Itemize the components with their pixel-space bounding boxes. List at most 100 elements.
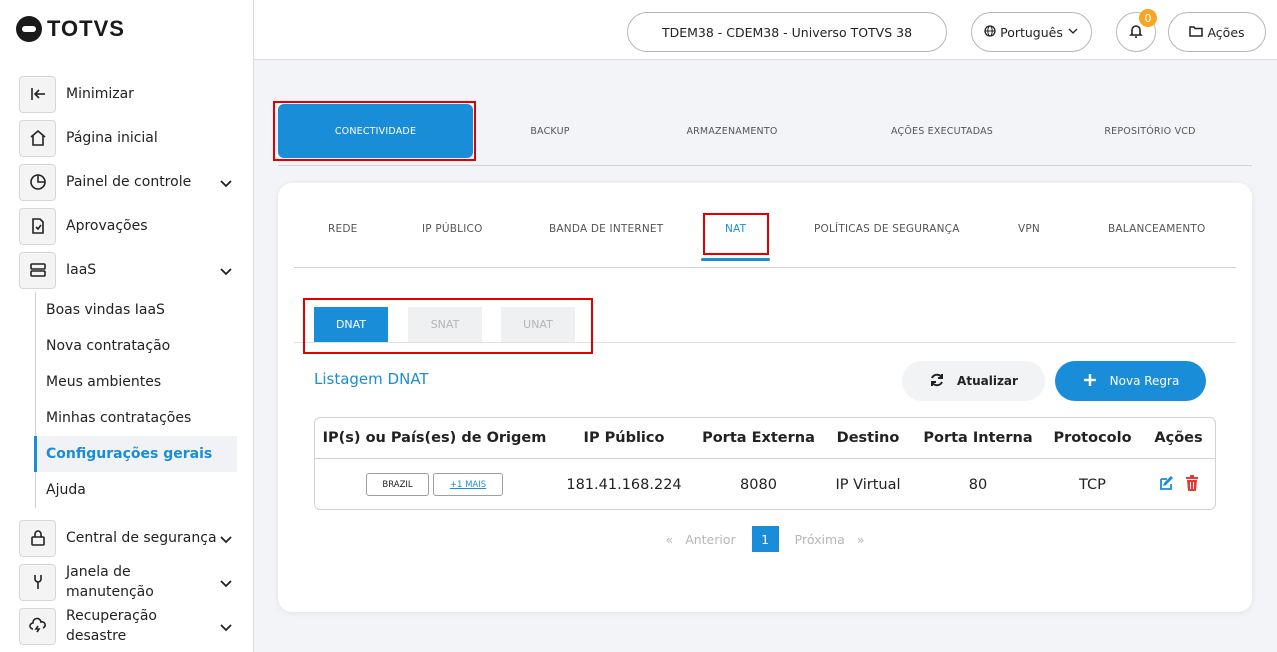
- sidebar-item-disaster-recovery[interactable]: Recuperação desastre: [19, 607, 239, 645]
- refresh-label: Atualizar: [957, 374, 1018, 388]
- sidebar-item-label: Página inicial: [66, 130, 158, 146]
- new-rule-button[interactable]: Nova Regra: [1055, 361, 1206, 401]
- sidebar-item-label: Janela de manutenção: [66, 564, 154, 600]
- globe-icon: [984, 24, 996, 40]
- prev-page-link[interactable]: Anterior: [685, 532, 735, 547]
- refresh-button[interactable]: Atualizar: [902, 361, 1045, 401]
- table-row: BRAZIL +1 MAIS 181.41.168.224 8080 IP Vi…: [315, 459, 1215, 509]
- minimize-label: Minimizar: [66, 86, 134, 102]
- tab-network[interactable]: REDE: [328, 213, 357, 245]
- collapse-left-icon: [19, 75, 56, 113]
- pie-chart-icon: [19, 163, 56, 201]
- tab-public-ip[interactable]: IP PÚBLICO: [422, 213, 483, 245]
- main-tabs: CONECTIVIDADE BACKUP ARMAZENAMENTO AÇÕES…: [278, 102, 1252, 166]
- page-number-current[interactable]: 1: [751, 526, 779, 552]
- actions-cell: [1142, 459, 1215, 509]
- lock-icon: [19, 519, 56, 557]
- minimize-button[interactable]: Minimizar: [19, 75, 239, 113]
- sidebar-item-approvals[interactable]: Aprovações: [19, 207, 239, 245]
- last-page-glyph[interactable]: »: [857, 532, 865, 547]
- active-tab-indicator: [701, 258, 770, 261]
- tab-dnat[interactable]: DNAT: [314, 307, 388, 342]
- tab-security-policies[interactable]: POLÍTICAS DE SEGURANÇA: [814, 213, 960, 245]
- column-header: IP Público: [583, 430, 665, 446]
- sidebar-item-home[interactable]: Página inicial: [19, 119, 239, 157]
- server-icon: [19, 251, 56, 289]
- plus-icon: [1082, 372, 1098, 391]
- destination-cell: IP Virtual: [835, 476, 901, 493]
- tab-executed-actions[interactable]: AÇÕES EXECUTADAS: [872, 104, 1012, 158]
- sidebar-item-label: Recuperação desastre: [66, 608, 157, 644]
- brand-name: TOTVS: [47, 16, 125, 41]
- nat-type-tabs: DNAT SNAT UNAT: [294, 299, 1236, 343]
- column-header: Protocolo: [1053, 430, 1132, 446]
- column-header: Destino: [836, 430, 900, 446]
- sidebar: TOTVS Minimizar Página inicial Painel de…: [0, 0, 254, 652]
- tab-internet-bandwidth[interactable]: BANDA DE INTERNET: [549, 213, 663, 245]
- origin-cell: BRAZIL +1 MAIS: [315, 459, 554, 509]
- language-label: Português: [1000, 24, 1063, 40]
- internal-port-cell: 80: [968, 476, 988, 493]
- sidebar-item-iaas[interactable]: IaaS: [19, 251, 239, 289]
- sidebar-subitem-welcome[interactable]: Boas vindas IaaS: [36, 292, 237, 328]
- column-header: Porta Interna: [923, 430, 1033, 446]
- top-header: TDEM38 - CDEM38 - Universo TOTVS 38 Port…: [254, 0, 1277, 60]
- tab-nat[interactable]: NAT: [725, 213, 746, 245]
- sidebar-subitem-my-contracts[interactable]: Minhas contratações: [36, 400, 237, 436]
- connectivity-card: REDE IP PÚBLICO BANDA DE INTERNET NAT PO…: [278, 183, 1252, 612]
- sidebar-item-label: Painel de controle: [66, 174, 192, 190]
- sidebar-item-maintenance-window[interactable]: Janela de manutenção: [19, 563, 239, 601]
- origin-more-link[interactable]: +1 MAIS: [433, 473, 503, 496]
- edit-icon[interactable]: [1159, 475, 1175, 495]
- new-rule-label: Nova Regra: [1109, 374, 1180, 388]
- chevron-down-icon[interactable]: [219, 263, 233, 277]
- first-page-glyph[interactable]: «: [666, 532, 674, 547]
- tab-vcd-repository[interactable]: REPOSITÓRIO VCD: [1080, 104, 1220, 158]
- refresh-icon: [929, 372, 945, 391]
- wrench-icon: [19, 563, 56, 601]
- totvs-logo[interactable]: TOTVS: [16, 16, 125, 42]
- tab-snat[interactable]: SNAT: [408, 307, 482, 342]
- tab-connectivity[interactable]: CONECTIVIDADE: [278, 104, 473, 158]
- sidebar-subitem-help[interactable]: Ajuda: [36, 472, 237, 508]
- tab-vpn[interactable]: VPN: [1018, 213, 1040, 245]
- tab-storage[interactable]: ARMAZENAMENTO: [672, 104, 792, 158]
- sidebar-subitem-my-environments[interactable]: Meus ambientes: [36, 364, 237, 400]
- environment-selector[interactable]: TDEM38 - CDEM38 - Universo TOTVS 38: [627, 12, 947, 52]
- public-ip-cell: 181.41.168.224: [566, 476, 682, 493]
- sidebar-item-label: Aprovações: [66, 218, 148, 234]
- next-page-link[interactable]: Próxima: [795, 532, 845, 547]
- chevron-down-icon[interactable]: [219, 575, 233, 589]
- trash-icon[interactable]: [1185, 474, 1199, 495]
- tab-backup[interactable]: BACKUP: [500, 104, 600, 158]
- column-header: Porta Externa: [702, 430, 815, 446]
- sidebar-item-dashboard[interactable]: Painel de controle: [19, 163, 239, 201]
- actions-button[interactable]: Ações: [1168, 12, 1266, 52]
- chevron-down-icon: [1067, 25, 1079, 40]
- iaas-submenu: Boas vindas IaaS Nova contratação Meus a…: [34, 292, 237, 508]
- chevron-down-icon[interactable]: [219, 531, 233, 545]
- origin-chip: BRAZIL: [366, 473, 429, 496]
- column-header: Ações: [1154, 430, 1203, 446]
- tab-load-balancing[interactable]: BALANCEAMENTO: [1108, 213, 1206, 245]
- sidebar-subitem-general-settings[interactable]: Configurações gerais: [34, 436, 237, 472]
- column-header: IP(s) ou País(es) de Origem: [322, 430, 547, 446]
- chevron-down-icon[interactable]: [219, 619, 233, 633]
- dnat-table: IP(s) ou País(es) de Origem IP Público P…: [314, 417, 1216, 510]
- list-title: Listagem DNAT: [314, 370, 429, 388]
- sidebar-item-label: Central de segurança: [66, 530, 217, 546]
- chevron-down-icon[interactable]: [219, 175, 233, 189]
- protocol-cell: TCP: [1079, 476, 1106, 493]
- external-port-cell: 8080: [740, 476, 777, 493]
- actions-label: Ações: [1207, 24, 1245, 40]
- sidebar-item-security-center[interactable]: Central de segurança: [19, 519, 239, 557]
- home-icon: [19, 119, 56, 157]
- sidebar-subitem-new-contract[interactable]: Nova contratação: [36, 328, 237, 364]
- sub-tabs: REDE IP PÚBLICO BANDA DE INTERNET NAT PO…: [294, 213, 1236, 268]
- tab-unat[interactable]: UNAT: [501, 307, 575, 342]
- language-selector[interactable]: Português: [971, 12, 1092, 52]
- table-header: IP(s) ou País(es) de Origem IP Público P…: [315, 418, 1215, 459]
- bell-icon: [1129, 23, 1143, 42]
- pagination: « Anterior 1 Próxima »: [278, 526, 1252, 552]
- sidebar-item-label: IaaS: [66, 262, 97, 278]
